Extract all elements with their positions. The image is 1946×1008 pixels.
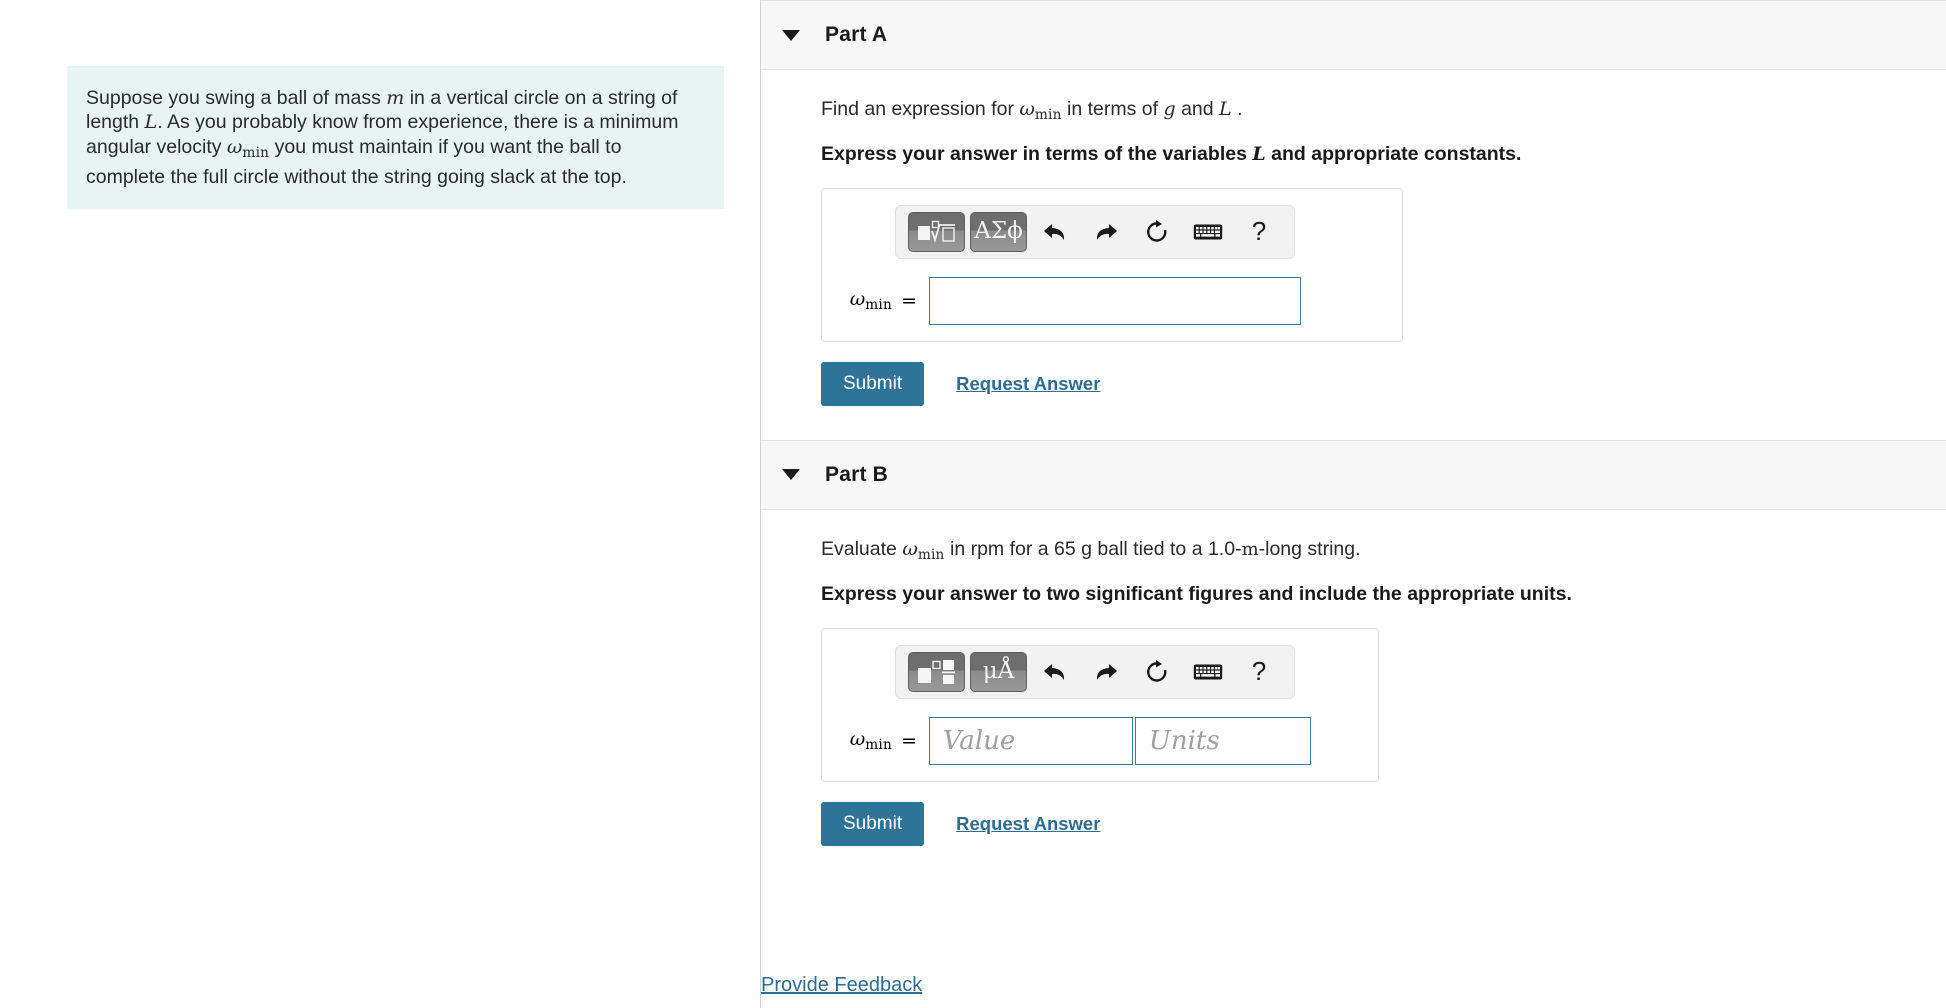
- caret-down-icon[interactable]: [782, 29, 800, 41]
- greek-symbols-label: ΑΣϕ: [974, 218, 1023, 245]
- right-panel: Part A Find an expression for ωmin in te…: [761, 0, 1946, 1008]
- part-a-title: Part A: [825, 23, 888, 46]
- qa-var-L: L: [1219, 98, 1232, 120]
- problem-var-omega-min: ωmin: [226, 135, 270, 161]
- qb-seg-3: -long string.: [1258, 537, 1361, 560]
- greek-symbols-button[interactable]: ΑΣϕ: [970, 211, 1027, 252]
- qa-seg-4: .: [1237, 98, 1243, 120]
- provide-feedback-link[interactable]: Provide Feedback: [761, 974, 922, 997]
- part-a-body: Find an expression for ωmin in terms of …: [761, 70, 1946, 406]
- qa-var-omega-min: ωmin: [1019, 98, 1062, 123]
- part-b-equals-sign: =: [901, 729, 917, 752]
- part-b-variable-label: ωmin: [838, 728, 892, 753]
- part-b-units-input[interactable]: Units: [1134, 716, 1311, 765]
- units-symbols-label: μÅ: [982, 658, 1015, 685]
- refresh-icon[interactable]: [1134, 652, 1180, 692]
- keyboard-icon[interactable]: [1185, 652, 1231, 692]
- part-a-answer-input[interactable]: [928, 276, 1301, 325]
- part-b-value-placeholder: Value: [942, 725, 1016, 756]
- qb-seg-1: Evaluate: [821, 537, 897, 560]
- part-a-omega-min: ωmin: [849, 288, 892, 314]
- part-b-omega-min: ωmin: [849, 728, 892, 754]
- part-b-actions: Submit Request Answer: [821, 801, 1946, 846]
- part-a-input-row: ωmin =: [838, 276, 1402, 325]
- part-b-body: Evaluate ωmin in rpm for a 65 g ball tie…: [761, 510, 1946, 846]
- undo-icon[interactable]: [1032, 212, 1078, 252]
- part-a-variable-label: ωmin: [838, 288, 892, 313]
- part-b-answer-widget: μÅ ? ωmin = Value Units: [821, 627, 1379, 782]
- problem-seg-1: Suppose you swing a ball of mass: [86, 87, 381, 109]
- part-b-request-answer-link[interactable]: Request Answer: [956, 813, 1100, 835]
- help-label: ?: [1251, 656, 1267, 687]
- problem-statement-box: Suppose you swing a ball of mass m in a …: [67, 66, 724, 210]
- template-fraction-button[interactable]: [908, 651, 965, 692]
- help-label: ?: [1251, 216, 1267, 247]
- part-a-header[interactable]: Part A: [761, 0, 1946, 70]
- redo-icon[interactable]: [1083, 212, 1129, 252]
- help-icon[interactable]: ?: [1236, 212, 1282, 252]
- part-b-value-input[interactable]: Value: [928, 716, 1133, 765]
- part-b-units-placeholder: Units: [1148, 725, 1220, 756]
- qb-var-omega-min: ωmin: [902, 537, 945, 563]
- part-b-title: Part B: [825, 462, 889, 486]
- problem-var-m: m: [386, 87, 405, 109]
- problem-statement-text: Suppose you swing a ball of mass m in a …: [86, 86, 704, 189]
- qb-seg-2: in rpm for a 65 g ball tied to a 1.0-: [949, 537, 1242, 560]
- part-a-submit-button[interactable]: Submit: [821, 361, 925, 406]
- units-symbols-button[interactable]: μÅ: [970, 651, 1027, 692]
- problem-var-L: L: [144, 111, 158, 134]
- left-panel: Suppose you swing a ball of mass m in a …: [0, 0, 761, 1008]
- page-root: Suppose you swing a ball of mass m in a …: [0, 0, 1946, 1008]
- part-a-actions: Submit Request Answer: [821, 361, 1946, 406]
- qa-seg-2: in terms of: [1067, 98, 1159, 120]
- part-a-equals-sign: =: [901, 289, 917, 312]
- part-a-toolbar: ΑΣϕ ?: [895, 204, 1295, 259]
- qa-seg-1: Find an expression for: [821, 98, 1014, 120]
- part-b-question: Evaluate ωmin in rpm for a 65 g ball tie…: [821, 510, 1946, 568]
- part-a-request-answer-link[interactable]: Request Answer: [956, 373, 1100, 395]
- part-b-input-row: ωmin = Value Units: [838, 716, 1378, 765]
- part-b-submit-button[interactable]: Submit: [821, 801, 925, 846]
- refresh-icon[interactable]: [1134, 212, 1180, 252]
- qa-var-g: g: [1163, 98, 1176, 120]
- ia-seg-1: Express your answer in terms of the vari…: [821, 142, 1247, 165]
- qa-seg-3: and: [1181, 98, 1214, 120]
- qb-unit-m: m: [1241, 538, 1259, 560]
- part-b-instruction: Express your answer to two significant f…: [821, 582, 1572, 605]
- ia-var-L: L: [1252, 142, 1266, 165]
- template-sqrt-button[interactable]: [908, 211, 965, 252]
- part-b-header[interactable]: Part B: [761, 439, 1946, 510]
- part-a-question: Find an expression for ωmin in terms of …: [821, 70, 1946, 128]
- part-a-instruction: Express your answer in terms of the vari…: [821, 128, 1946, 167]
- part-a-answer-widget: ΑΣϕ ? ωmin =: [821, 187, 1403, 342]
- part-b-toolbar: μÅ ?: [895, 644, 1295, 699]
- help-icon[interactable]: ?: [1236, 652, 1282, 692]
- redo-icon[interactable]: [1083, 652, 1129, 692]
- keyboard-icon[interactable]: [1185, 212, 1231, 252]
- caret-down-icon[interactable]: [782, 469, 800, 481]
- undo-icon[interactable]: [1032, 652, 1078, 692]
- ia-seg-2: and appropriate constants.: [1271, 142, 1522, 165]
